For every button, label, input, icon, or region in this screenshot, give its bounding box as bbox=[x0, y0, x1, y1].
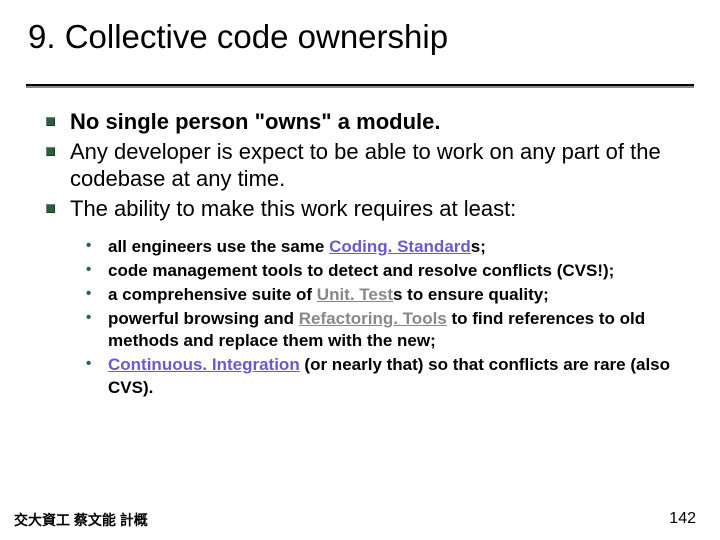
sub-3: a comprehensive suite of Unit. Tests to … bbox=[84, 284, 692, 306]
main-bullet-list: No single person "owns" a module. Any de… bbox=[42, 108, 692, 222]
footer-left: 交大資工 蔡文能 計概 bbox=[14, 510, 148, 530]
sub-4-a: powerful browsing and bbox=[108, 309, 299, 328]
link-coding-standard[interactable]: Coding. Standard bbox=[329, 237, 471, 256]
link-continuous-integration[interactable]: Continuous. Integration bbox=[108, 355, 300, 374]
sub-1: all engineers use the same Coding. Stand… bbox=[84, 236, 692, 258]
bullet-3-text: The ability to make this work requires a… bbox=[70, 196, 516, 221]
sub-3-b: s to ensure quality; bbox=[393, 285, 549, 304]
bullet-1: No single person "owns" a module. bbox=[42, 108, 692, 136]
bullet-2-text: Any developer is expect to be able to wo… bbox=[70, 139, 661, 192]
page-number: 142 bbox=[669, 510, 696, 528]
sub-4: powerful browsing and Refactoring. Tools… bbox=[84, 308, 692, 352]
slide-title: 9. Collective code ownership bbox=[28, 18, 692, 62]
link-unit-test[interactable]: Unit. Test bbox=[317, 285, 393, 304]
title-underline bbox=[26, 84, 694, 86]
bullet-3: The ability to make this work requires a… bbox=[42, 195, 692, 223]
sub-2: code management tools to detect and reso… bbox=[84, 260, 692, 282]
bullet-2: Any developer is expect to be able to wo… bbox=[42, 138, 692, 193]
sub-1-b: s; bbox=[471, 237, 486, 256]
sub-5: Continuous. Integration (or nearly that)… bbox=[84, 354, 692, 398]
link-refactoring-tools[interactable]: Refactoring. Tools bbox=[299, 309, 447, 328]
sub-1-a: all engineers use the same bbox=[108, 237, 329, 256]
sub-3-a: a comprehensive suite of bbox=[108, 285, 317, 304]
sub-bullet-list: all engineers use the same Coding. Stand… bbox=[84, 236, 692, 399]
sub-2-text: code management tools to detect and reso… bbox=[108, 261, 614, 280]
bullet-1-text: No single person "owns" a module. bbox=[70, 109, 440, 134]
